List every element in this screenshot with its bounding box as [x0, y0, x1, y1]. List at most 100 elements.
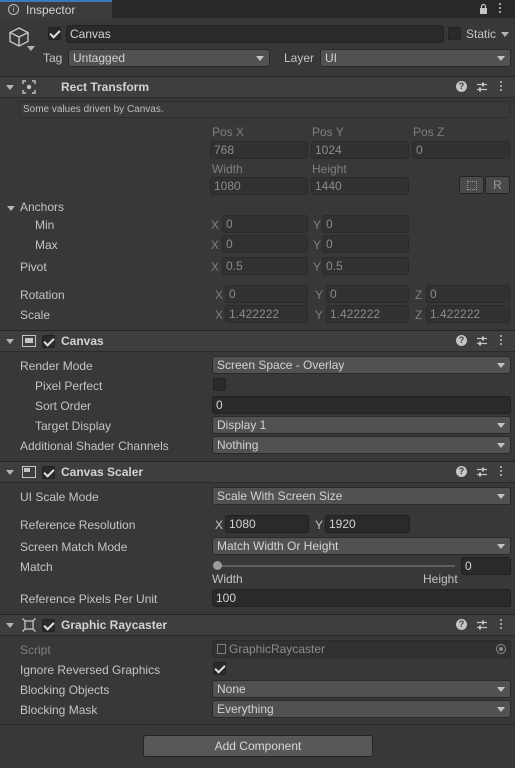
blocking-mask-dropdown[interactable]: Everything [212, 700, 511, 718]
render-mode-label: Render Mode [20, 359, 93, 373]
blocking-objects-label: Blocking Objects [20, 683, 110, 697]
height-field: 1440 [311, 177, 409, 195]
height-label: Height [312, 162, 347, 176]
canvas-scaler-header[interactable]: Canvas Scaler ? [0, 461, 515, 483]
gameobject-icon [8, 26, 30, 48]
blueprint-mode-button[interactable] [459, 176, 484, 194]
anchors-fold-icon[interactable] [7, 206, 15, 211]
tag-dropdown[interactable]: Untagged [68, 49, 270, 67]
graphic-raycaster-title: Graphic Raycaster [61, 618, 168, 632]
ignore-reversed-checkbox[interactable] [213, 662, 226, 675]
raw-edit-button[interactable]: R [485, 176, 510, 194]
tab-menu-icon[interactable] [499, 3, 502, 14]
rot-z-label: Z [415, 288, 423, 302]
shader-channels-dropdown[interactable]: Nothing [212, 436, 511, 454]
blocking-objects-dropdown[interactable]: None [212, 680, 511, 698]
fold-arrow-icon[interactable] [6, 470, 14, 475]
layer-dropdown[interactable]: UI [320, 49, 511, 67]
scale-x-label: X [215, 308, 224, 322]
rotation-label: Rotation [20, 288, 65, 302]
ref-ppu-field[interactable]: 100 [212, 589, 511, 607]
reference-y-field[interactable]: 1920 [325, 515, 410, 533]
fold-arrow-icon[interactable] [6, 339, 14, 344]
ui-scale-mode-label: UI Scale Mode [20, 490, 99, 504]
object-picker-icon[interactable] [496, 644, 506, 654]
lock-icon[interactable] [479, 3, 488, 14]
rot-y-label: Y [315, 288, 324, 302]
min-x-label: X [211, 218, 220, 232]
scale-y-field: 1.422222 [326, 305, 409, 323]
match-slider-knob[interactable] [213, 561, 222, 570]
match-slider-track[interactable] [216, 565, 455, 567]
static-dropdown-arrow[interactable] [501, 32, 509, 37]
sort-order-label: Sort Order [35, 399, 92, 413]
pivot-x-field: 0.5 [222, 257, 308, 275]
script-field: GraphicRaycaster [212, 640, 511, 658]
pos-y-field: 1024 [311, 141, 409, 159]
presets-icon[interactable] [476, 81, 488, 93]
help-icon[interactable]: ? [456, 81, 467, 92]
anchor-max-label: Max [35, 238, 58, 252]
render-mode-dropdown[interactable]: Screen Space - Overlay [212, 356, 511, 374]
pivot-x-label: X [211, 260, 220, 274]
blueprint-icon [467, 181, 477, 190]
canvas-enabled-checkbox[interactable] [42, 335, 55, 348]
static-checkbox[interactable] [448, 27, 461, 40]
rotation-z-field: 0 [426, 285, 510, 303]
screen-match-mode-dropdown[interactable]: Match Width Or Height [212, 537, 511, 555]
pivot-y-label: Y [313, 260, 322, 274]
pos-x-field: 768 [210, 141, 308, 159]
match-height-caption: Height [423, 572, 458, 586]
anchor-min-x-field: 0 [222, 215, 308, 233]
footer-separator [0, 724, 515, 725]
context-menu-icon[interactable] [500, 81, 503, 92]
help-icon[interactable]: ? [456, 466, 467, 477]
sort-order-field[interactable]: 0 [212, 396, 511, 414]
canvas-header[interactable]: Canvas ? [0, 330, 515, 352]
rect-transform-header[interactable]: Rect Transform ? [0, 76, 515, 98]
context-menu-icon[interactable] [500, 335, 503, 346]
fold-arrow-icon[interactable] [6, 85, 14, 90]
tag-label: Tag [43, 51, 63, 65]
reference-x-field[interactable]: 1080 [225, 515, 309, 533]
screen-match-mode-label: Screen Match Mode [20, 540, 128, 554]
match-width-caption: Width [212, 572, 243, 586]
name-field[interactable]: Canvas [66, 25, 444, 43]
presets-icon[interactable] [476, 335, 488, 347]
active-checkbox[interactable] [48, 27, 61, 40]
presets-icon[interactable] [476, 619, 488, 631]
context-menu-icon[interactable] [500, 619, 503, 630]
canvas-title: Canvas [61, 334, 104, 348]
fold-arrow-icon[interactable] [6, 623, 14, 628]
rotation-x-field: 0 [225, 285, 308, 303]
pixel-perfect-label: Pixel Perfect [35, 379, 103, 393]
anchors-label[interactable]: Anchors [20, 200, 64, 214]
ui-scale-mode-dropdown[interactable]: Scale With Screen Size [212, 487, 511, 505]
scale-z-field: 1.422222 [426, 305, 510, 323]
shader-channels-label: Additional Shader Channels [20, 439, 169, 453]
rect-transform-icon [22, 80, 36, 94]
presets-icon[interactable] [476, 466, 488, 478]
pivot-y-field: 0.5 [322, 257, 409, 275]
graphic-raycaster-header[interactable]: Graphic Raycaster ? [0, 614, 515, 636]
tab-inspector[interactable]: i Inspector [0, 0, 112, 18]
ref-y-label: Y [315, 518, 324, 532]
help-icon[interactable]: ? [456, 335, 467, 346]
anchor-max-y-field: 0 [322, 235, 409, 253]
canvas-scaler-enabled-checkbox[interactable] [42, 466, 55, 479]
add-component-button[interactable]: Add Component [143, 735, 373, 757]
scale-y-label: Y [315, 308, 324, 322]
static-label[interactable]: Static [466, 27, 496, 41]
match-value-field[interactable]: 0 [461, 557, 511, 575]
context-menu-icon[interactable] [500, 466, 503, 477]
graphic-raycaster-enabled-checkbox[interactable] [42, 619, 55, 632]
icon-dropdown-arrow[interactable] [27, 46, 35, 51]
help-icon[interactable]: ? [456, 619, 467, 630]
pixel-perfect-checkbox[interactable] [213, 378, 226, 391]
ignore-reversed-label: Ignore Reversed Graphics [20, 663, 161, 677]
target-display-dropdown[interactable]: Display 1 [212, 416, 511, 434]
anchor-min-y-field: 0 [322, 215, 409, 233]
pos-y-label: Pos Y [312, 125, 344, 139]
match-label: Match [20, 560, 53, 574]
canvas-scaler-title: Canvas Scaler [61, 465, 144, 479]
